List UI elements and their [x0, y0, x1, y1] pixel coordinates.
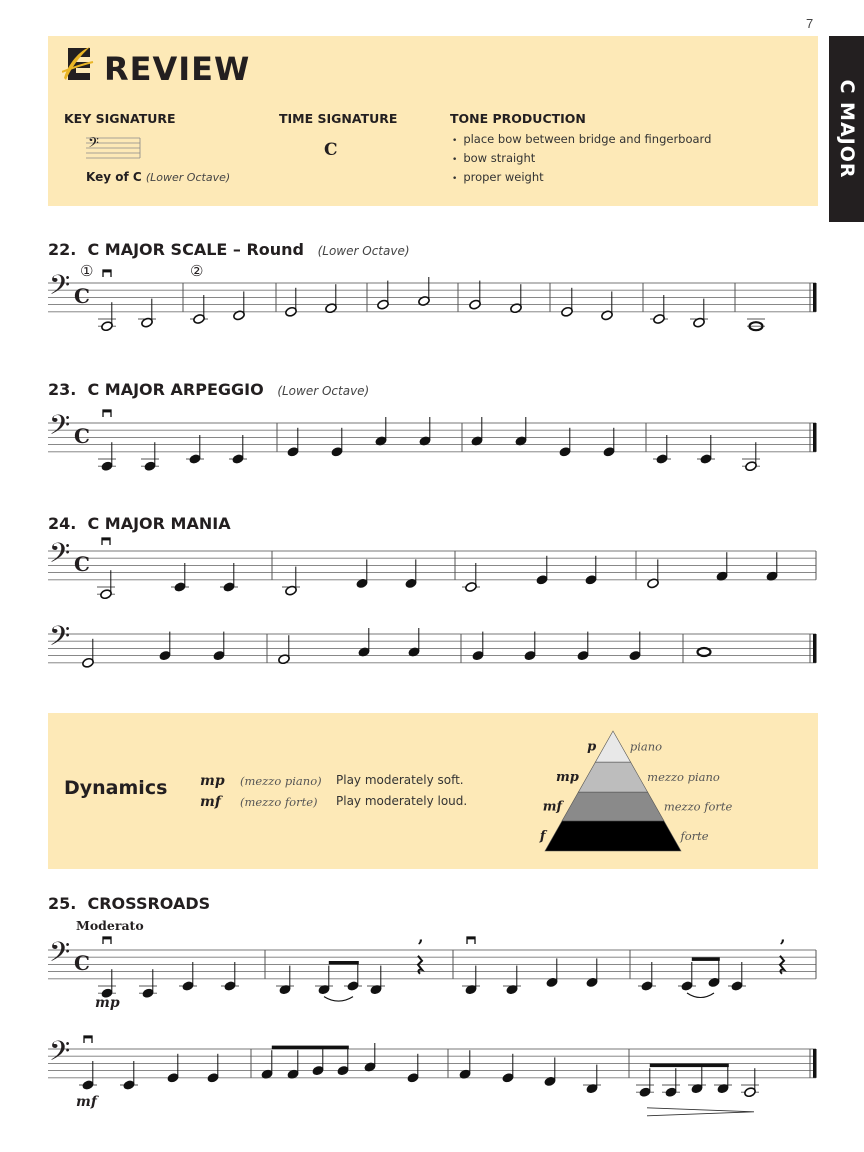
pyramid-band-mf — [561, 791, 665, 822]
staff: 𝄢 mf — [48, 1035, 817, 1117]
pyramid-symbol-p: p — [587, 740, 596, 755]
dynamics-title: Dynamics — [64, 777, 168, 799]
pyramid-label-f: forte — [680, 829, 709, 843]
dynamic-marking: mf — [76, 1094, 100, 1110]
dynamic-name-mp: (mezzo piano) — [240, 774, 322, 788]
dynamic-symbol-mf: mf — [200, 794, 221, 810]
down-bow-bar — [84, 1036, 92, 1039]
pyramid-band-f — [544, 820, 682, 852]
down-bow-bar — [102, 538, 110, 541]
pyramid-label-mf: mezzo forte — [664, 800, 733, 814]
staff: 𝄢 C — [48, 537, 817, 600]
bass-clef-icon: 𝄢 — [49, 269, 70, 308]
dynamics-box: Dynamics mp (mezzo piano) Play moderatel… — [48, 713, 818, 869]
common-time-icon: C — [74, 424, 90, 448]
pyramid-label-mp: mezzo piano — [647, 770, 720, 784]
pyramid-symbol-f: f — [539, 829, 548, 844]
pyramid-band-mp — [577, 761, 649, 793]
dynamic-meaning-mp: Play moderately soft. — [336, 773, 464, 787]
staff: 𝄢 C — [48, 409, 817, 472]
bass-clef-icon: 𝄢 — [49, 409, 70, 448]
down-bow-bar — [103, 410, 111, 413]
dynamics-pyramid: p piano mp mezzo piano mf mezzo forte f forte — [539, 730, 733, 852]
beam — [649, 1063, 729, 1068]
final-barline-thick — [813, 1049, 817, 1078]
decrescendo-hairpin — [646, 1107, 755, 1117]
pyramid-band-p — [594, 730, 632, 763]
music-notation: 𝄢 C𝄢 C𝄢 C𝄢𝄢 Cmp, ,𝄢mf — [48, 269, 817, 1117]
pyramid-label-p: piano — [630, 740, 662, 754]
beam — [328, 961, 359, 965]
pyramid-symbol-mf: mf — [543, 800, 565, 815]
breath-mark-icon: , — [418, 927, 424, 946]
down-bow-bar — [467, 937, 475, 940]
staff: 𝄢 Cmp,, — [48, 927, 817, 1011]
whole-note — [696, 646, 712, 658]
staff: 𝄢 C — [48, 269, 817, 332]
bass-clef-icon: 𝄢 — [49, 1035, 70, 1074]
final-barline-thick — [813, 634, 817, 663]
breath-mark-icon: , — [780, 927, 786, 946]
bass-clef-icon: 𝄢 — [49, 936, 70, 975]
beam — [691, 957, 720, 961]
common-time-icon: C — [74, 951, 90, 975]
down-bow-bar — [103, 937, 111, 940]
down-bow-bar — [103, 270, 111, 273]
common-time-icon: C — [74, 284, 90, 308]
bass-clef-icon: 𝄢 — [49, 537, 70, 576]
beam — [271, 1045, 349, 1050]
slur — [323, 996, 354, 1002]
final-barline-thick — [813, 283, 817, 312]
dynamic-meaning-mf: Play moderately loud. — [336, 794, 468, 808]
dynamic-symbol-mp: mp — [200, 773, 225, 789]
staff: 𝄢 — [48, 620, 817, 668]
final-barline-thick — [813, 423, 817, 452]
pyramid-symbol-mp: mp — [556, 770, 579, 785]
common-time-icon: C — [74, 552, 90, 576]
slur — [686, 992, 715, 999]
bass-clef-icon: 𝄢 — [49, 620, 70, 659]
dynamic-name-mf: (mezzo forte) — [240, 795, 318, 809]
